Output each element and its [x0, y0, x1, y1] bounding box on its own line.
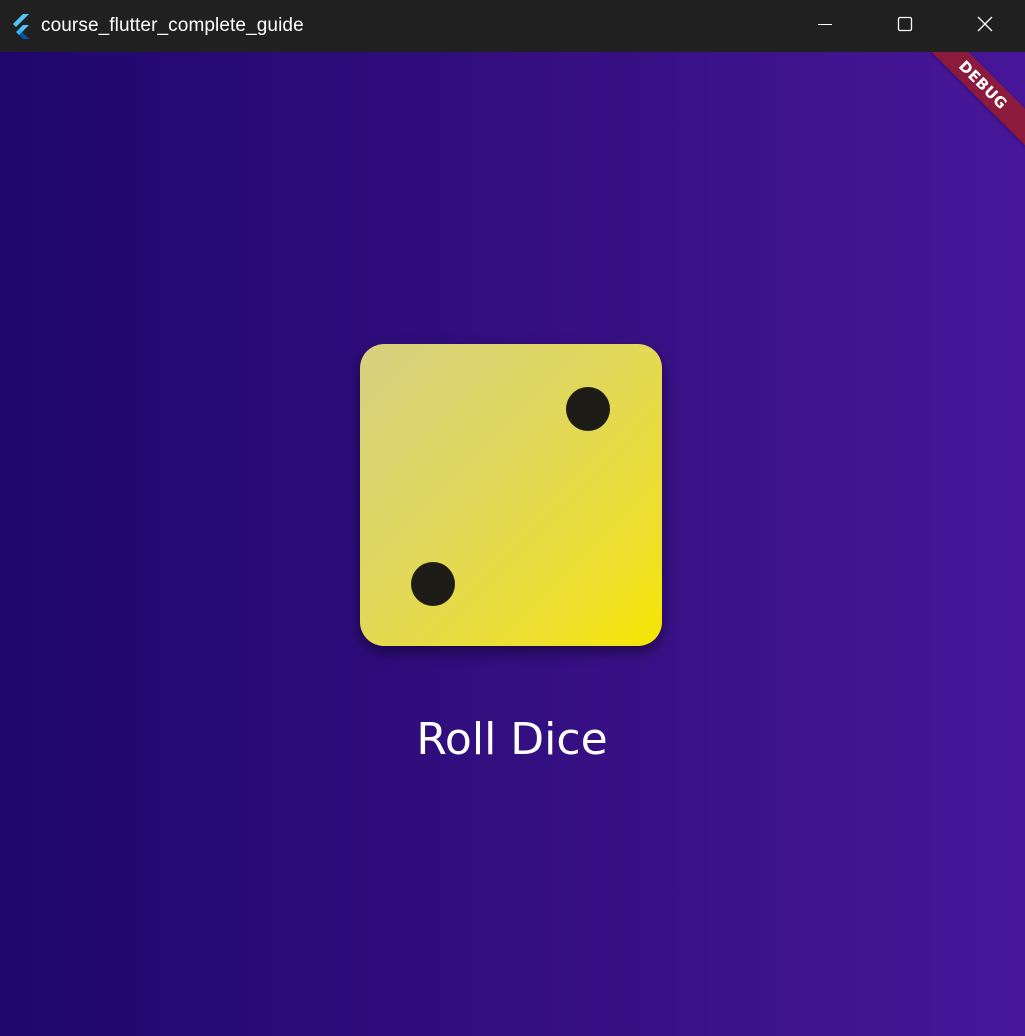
window-title: course_flutter_complete_guide [41, 15, 304, 36]
close-icon [977, 16, 993, 37]
flutter-logo-icon [8, 13, 34, 39]
minimize-button[interactable] [785, 0, 865, 52]
close-button[interactable] [945, 0, 1025, 52]
maximize-button[interactable] [865, 0, 945, 52]
app-window: course_flutter_complete_guide Roll Dice … [0, 0, 1025, 1036]
title-bar[interactable]: course_flutter_complete_guide [0, 0, 1025, 52]
debug-banner: DEBUG [917, 52, 1025, 151]
window-controls [785, 0, 1025, 52]
dice-pip [566, 387, 610, 431]
app-content: Roll Dice DEBUG [0, 52, 1025, 1036]
roll-dice-button[interactable]: Roll Dice [362, 704, 662, 776]
minimize-icon [817, 16, 833, 37]
dice-pip [411, 562, 455, 606]
dice-image [360, 344, 662, 646]
maximize-icon [897, 16, 913, 37]
